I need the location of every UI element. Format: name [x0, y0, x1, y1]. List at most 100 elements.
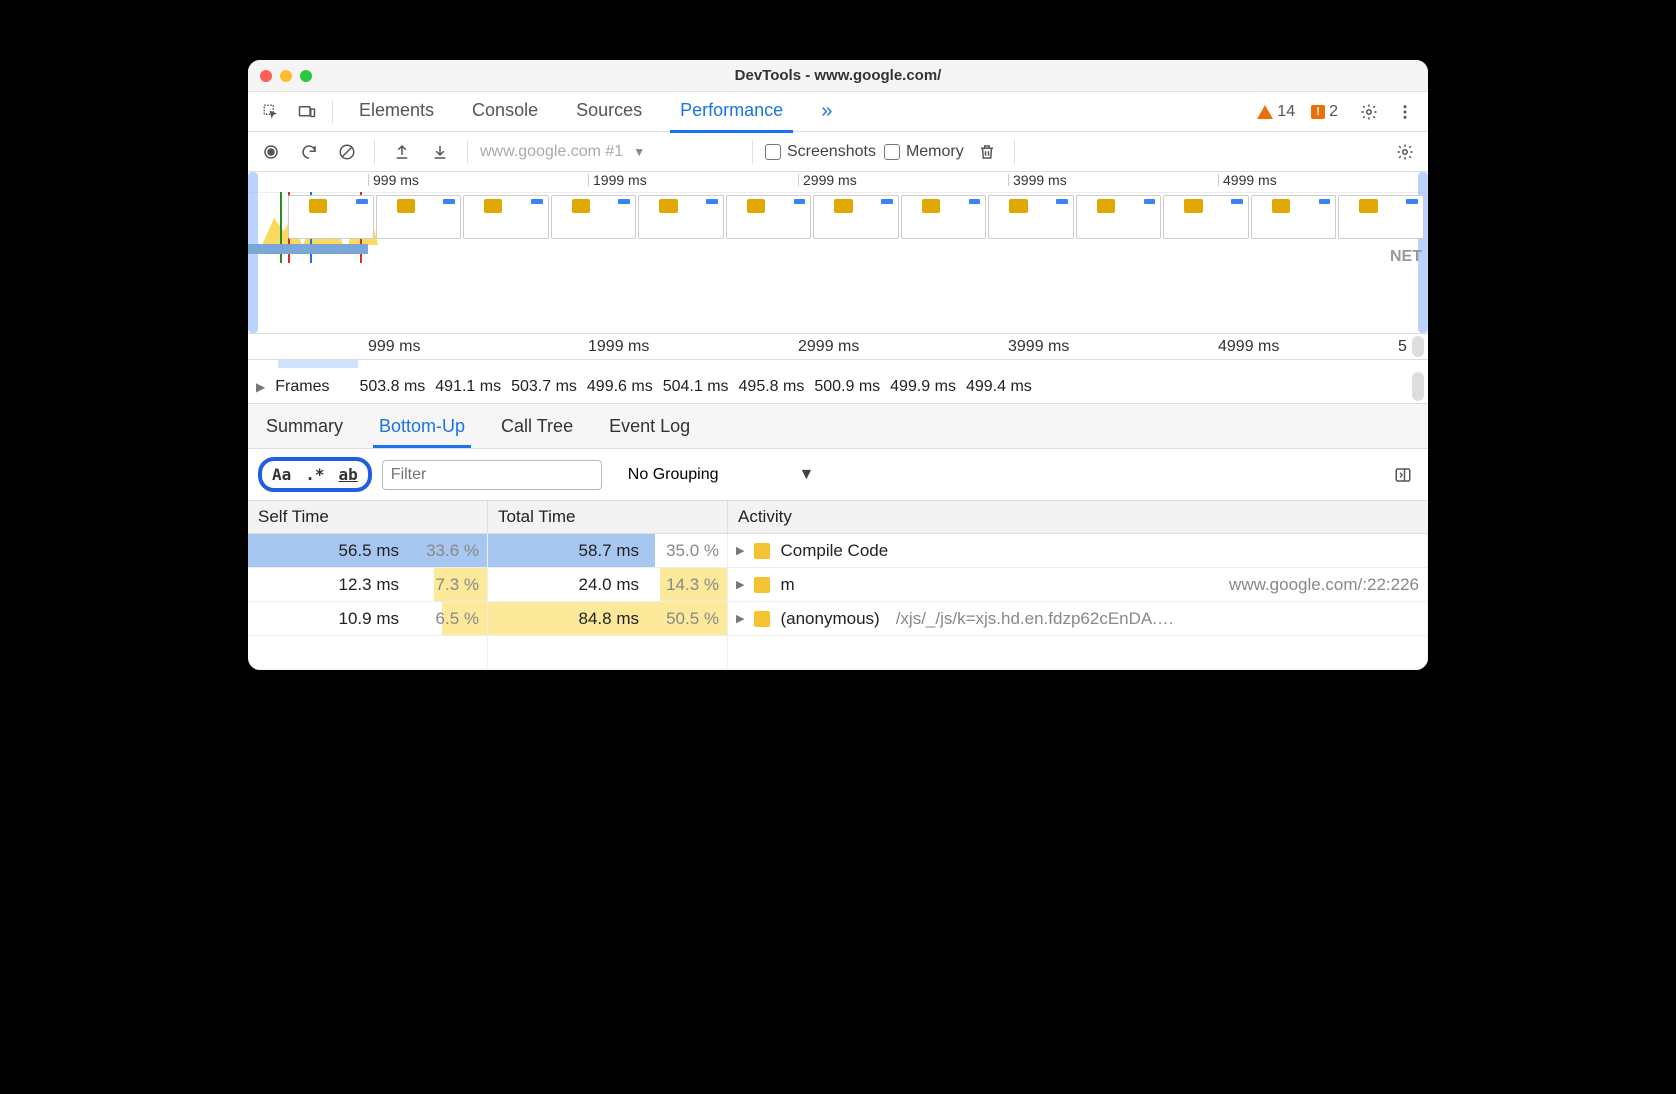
col-activity[interactable]: Activity: [728, 501, 1428, 533]
disclosure-icon[interactable]: ▶: [736, 612, 744, 625]
devtools-window: DevTools - www.google.com/ Elements Cons…: [248, 60, 1428, 670]
total-time-cell: 84.8 ms 50.5 %: [488, 602, 728, 635]
tick: 4999 ms: [1218, 338, 1279, 356]
tick: 3999 ms: [1008, 174, 1067, 186]
table-row[interactable]: 10.9 ms 6.5 % 84.8 ms 50.5 % ▶ (anonymou…: [248, 602, 1428, 636]
disclosure-icon[interactable]: ▶: [736, 544, 744, 557]
grouping-select[interactable]: No Grouping ▼: [628, 466, 815, 484]
warnings-badge[interactable]: 14: [1257, 103, 1295, 121]
source-link[interactable]: /xjs/_/js/k=xjs.hd.en.fdzp62cEnDA.…: [896, 609, 1174, 629]
net-activity: [248, 244, 368, 254]
divider: [332, 100, 333, 124]
tab-elements[interactable]: Elements: [349, 92, 444, 131]
screenshot-thumb[interactable]: [1163, 195, 1249, 239]
total-pct: 50.5 %: [647, 609, 719, 629]
activity-cell: [728, 636, 1428, 669]
detail-subtabs: Summary Bottom-Up Call Tree Event Log: [248, 404, 1428, 449]
tick: 3999 ms: [1008, 338, 1069, 356]
screenshot-thumb[interactable]: [551, 195, 637, 239]
download-icon[interactable]: [425, 137, 455, 167]
table-row[interactable]: 12.3 ms 7.3 % 24.0 ms 14.3 % ▶ m www.goo…: [248, 568, 1428, 602]
table-row[interactable]: [248, 636, 1428, 670]
settings-icon[interactable]: [1354, 97, 1384, 127]
col-self-time[interactable]: Self Time: [248, 501, 488, 533]
screenshot-thumb[interactable]: [988, 195, 1074, 239]
total-ms: 58.7 ms: [579, 541, 639, 561]
activity-name: Compile Code: [780, 541, 888, 561]
disclosure-icon[interactable]: ▶: [736, 578, 744, 591]
screenshot-thumb[interactable]: [1338, 195, 1424, 239]
whole-word-button[interactable]: ab: [339, 465, 358, 484]
total-ms: 84.8 ms: [579, 609, 639, 629]
chevron-down-icon: ▼: [799, 466, 815, 484]
record-button[interactable]: [256, 137, 286, 167]
bottom-up-table: Self Time Total Time Activity 56.5 ms 33…: [248, 501, 1428, 670]
screenshot-thumb[interactable]: [901, 195, 987, 239]
self-time-cell: [248, 636, 488, 669]
frame-time: 495.8 ms: [739, 378, 805, 396]
net-label: NET: [1390, 248, 1422, 266]
disclosure-icon[interactable]: ▶: [256, 380, 265, 394]
self-pct: 7.3 %: [407, 575, 479, 595]
screenshot-thumb[interactable]: [288, 195, 374, 239]
capture-settings-icon[interactable]: [1390, 137, 1420, 167]
clear-button[interactable]: [332, 137, 362, 167]
inspect-icon[interactable]: [256, 97, 286, 127]
category-swatch: [754, 611, 770, 627]
subtab-bottom-up[interactable]: Bottom-Up: [373, 408, 471, 448]
overview-timeline[interactable]: 999 ms 1999 ms 2999 ms 3999 ms 4999 ms C…: [248, 172, 1428, 334]
show-heaviest-stack-icon[interactable]: [1388, 460, 1418, 490]
frame-times: 503.8 ms 491.1 ms 503.7 ms 499.6 ms 504.…: [359, 378, 1031, 396]
warnings-count: 14: [1277, 103, 1295, 121]
upload-icon[interactable]: [387, 137, 417, 167]
scrollbar[interactable]: [1412, 336, 1424, 357]
tick: 999 ms: [368, 338, 420, 356]
screenshot-thumb[interactable]: [726, 195, 812, 239]
issues-badge[interactable]: ! 2: [1311, 103, 1338, 121]
source-link[interactable]: www.google.com/:22:226: [1229, 575, 1419, 595]
filter-input[interactable]: [382, 460, 602, 490]
scrollbar[interactable]: [1412, 372, 1424, 401]
screenshot-thumb[interactable]: [638, 195, 724, 239]
match-case-button[interactable]: Aa: [272, 465, 291, 484]
titlebar: DevTools - www.google.com/: [248, 60, 1428, 92]
screenshot-thumb[interactable]: [813, 195, 899, 239]
issue-icon: !: [1311, 105, 1325, 119]
tab-sources[interactable]: Sources: [566, 92, 652, 131]
self-ms: 56.5 ms: [339, 541, 399, 561]
tick: 2999 ms: [798, 338, 859, 356]
frame-time: 503.8 ms: [359, 378, 425, 396]
frames-track[interactable]: ▶ Frames 503.8 ms 491.1 ms 503.7 ms 499.…: [248, 370, 1428, 404]
frame-time: 491.1 ms: [435, 378, 501, 396]
screenshots-checkbox[interactable]: Screenshots: [765, 143, 876, 161]
subtab-summary[interactable]: Summary: [260, 408, 349, 448]
recording-select[interactable]: www.google.com #1 ▼: [480, 143, 740, 161]
tick: 5: [1398, 338, 1407, 356]
trash-icon[interactable]: [972, 137, 1002, 167]
screenshot-thumb[interactable]: [1251, 195, 1337, 239]
memory-checkbox[interactable]: Memory: [884, 143, 964, 161]
tick: 4999 ms: [1218, 174, 1277, 186]
subtab-event-log[interactable]: Event Log: [603, 408, 696, 448]
more-menu-icon[interactable]: [1390, 97, 1420, 127]
table-body: 56.5 ms 33.6 % 58.7 ms 35.0 % ▶ Compile …: [248, 534, 1428, 670]
warning-icon: [1257, 105, 1273, 119]
tab-performance[interactable]: Performance: [670, 92, 793, 133]
screenshot-thumb[interactable]: [376, 195, 462, 239]
subtab-call-tree[interactable]: Call Tree: [495, 408, 579, 448]
device-toggle-icon[interactable]: [292, 97, 322, 127]
detail-ruler[interactable]: 999 ms 1999 ms 2999 ms 3999 ms 4999 ms 5: [248, 334, 1428, 360]
tab-more[interactable]: »: [811, 92, 842, 131]
tick: 1999 ms: [588, 174, 647, 186]
regex-button[interactable]: .*: [305, 465, 324, 484]
screenshot-thumb[interactable]: [463, 195, 549, 239]
network-track-peek[interactable]: [248, 360, 1428, 370]
col-total-time[interactable]: Total Time: [488, 501, 728, 533]
table-row[interactable]: 56.5 ms 33.6 % 58.7 ms 35.0 % ▶ Compile …: [248, 534, 1428, 568]
tab-console[interactable]: Console: [462, 92, 548, 131]
frame-time: 499.4 ms: [966, 378, 1032, 396]
screenshot-thumb[interactable]: [1076, 195, 1162, 239]
reload-record-button[interactable]: [294, 137, 324, 167]
self-ms: 12.3 ms: [339, 575, 399, 595]
tick: 1999 ms: [588, 338, 649, 356]
